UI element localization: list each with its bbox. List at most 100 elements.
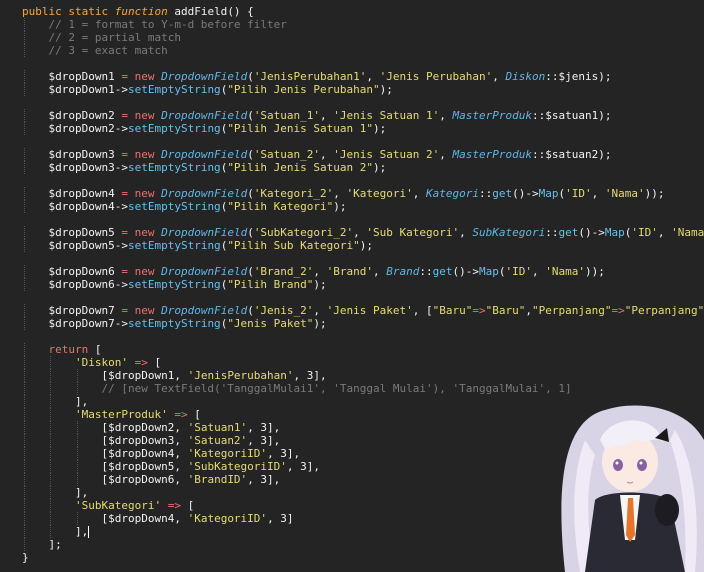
code-token: = [121, 304, 135, 317]
code-token: , 3], [267, 447, 301, 460]
code-line-text: [$dropDown6, 'BrandID', 3], [22, 473, 280, 486]
code-line-text: ], [22, 395, 88, 408]
code-token: new [134, 265, 162, 278]
code-line[interactable]: $dropDown7->setEmptyString("Jenis Paket"… [0, 317, 704, 330]
code-line[interactable]: $dropDown6 = new DropdownField('Brand_2'… [0, 265, 704, 278]
code-token: , [492, 70, 506, 83]
indent-guide [50, 382, 52, 395]
code-line[interactable] [0, 57, 704, 70]
indent-guide [24, 421, 25, 434]
code-token: 'Diskon' [74, 356, 128, 369]
code-line[interactable]: // 1 = format to Y-m-d before filter [0, 18, 704, 31]
code-token: ()-> [512, 187, 539, 200]
indent-guide [50, 473, 52, 486]
code-token: 'KategoriID' [187, 512, 268, 525]
code-line[interactable]: $dropDown3->setEmptyString("Pilih Jenis … [0, 161, 704, 174]
code-token: , [439, 148, 453, 161]
code-token: , [320, 148, 334, 161]
code-editor[interactable]: public static function addField() { // 1… [0, 0, 704, 572]
code-line[interactable]: $dropDown7 = new DropdownField('Jenis_2'… [0, 304, 704, 317]
code-line[interactable]: $dropDown6->setEmptyString("Pilih Brand"… [0, 278, 704, 291]
code-token: 'Brand' [326, 265, 374, 278]
indent-guide [24, 265, 25, 278]
code-token: ( [498, 265, 506, 278]
code-token: ::$satuan1); [532, 109, 612, 122]
code-line[interactable]: $dropDown3 = new DropdownField('Satuan_2… [0, 148, 704, 161]
indent-guide [50, 447, 52, 460]
code-line-text: public static function addField() { [22, 5, 254, 18]
code-line-text: // 1 = format to Y-m-d before filter [22, 18, 286, 31]
code-token: , [333, 187, 347, 200]
indent-guide [24, 512, 25, 525]
code-token: , [532, 265, 546, 278]
code-token: "Pilih Brand" [227, 278, 314, 291]
code-line[interactable]: $dropDown5->setEmptyString("Pilih Sub Ka… [0, 239, 704, 252]
code-line[interactable] [0, 291, 704, 304]
code-line[interactable] [0, 330, 704, 343]
code-token: Map [479, 265, 499, 278]
indent-guide [50, 512, 52, 525]
code-line[interactable]: $dropDown2->setEmptyString("Pilih Jenis … [0, 122, 704, 135]
code-line[interactable] [0, 96, 704, 109]
code-line[interactable]: public static function addField() { [0, 5, 704, 18]
code-line-text: $dropDown3 = new DropdownField('Satuan_2… [22, 148, 611, 161]
code-token: "Baru" [485, 304, 526, 317]
code-line-text: 'SubKategori' => [ [22, 499, 194, 512]
code-token: [ [194, 408, 201, 421]
code-token: , 3], [247, 421, 281, 434]
code-token: = [121, 187, 135, 200]
indent-guide [24, 187, 25, 200]
indent-guide [76, 434, 78, 447]
code-line[interactable]: 'Diskon' => [ [0, 356, 704, 369]
code-token: , [439, 109, 453, 122]
indent-guide [24, 538, 25, 551]
code-line-text: $dropDown4 = new DropdownField('Kategori… [22, 187, 664, 200]
code-token: 'Jenis Paket' [326, 304, 413, 317]
indent-guide [76, 447, 78, 460]
code-token: "Pilih Kategori" [227, 200, 334, 213]
code-token: function [114, 5, 175, 18]
code-token: 'Jenis Satuan 1' [333, 109, 440, 122]
code-line[interactable]: $dropDown1->setEmptyString("Pilih Jenis … [0, 83, 704, 96]
code-line[interactable]: // 3 = exact match [0, 44, 704, 57]
code-token: $dropDown4 [22, 187, 122, 200]
code-token: ::$jenis); [545, 70, 612, 83]
code-token: ()-> [452, 265, 480, 278]
code-token: 'SubKategoriID' [187, 460, 287, 473]
code-line[interactable]: $dropDown1 = new DropdownField('JenisPer… [0, 70, 704, 83]
code-line[interactable] [0, 213, 704, 226]
code-token: 'JenisPerubahan' [187, 369, 294, 382]
code-token: 'Kategori' [346, 187, 413, 200]
code-line[interactable] [0, 252, 704, 265]
code-token: setEmptyString [127, 161, 221, 174]
indent-guide [24, 408, 25, 421]
indent-guide [76, 421, 78, 434]
code-token: = [121, 109, 135, 122]
code-token: :: [419, 265, 433, 278]
code-token: => [472, 304, 486, 317]
indent-guide [24, 473, 25, 486]
code-token: , 3], [286, 460, 321, 473]
code-token: 'Jenis Perubahan' [379, 70, 493, 83]
code-line-text: $dropDown3->setEmptyString("Pilih Jenis … [22, 161, 386, 174]
code-token: 'MasterProduk' [74, 408, 168, 421]
code-line[interactable] [0, 174, 704, 187]
code-line[interactable]: $dropDown4->setEmptyString("Pilih Katego… [0, 200, 704, 213]
text-cursor [88, 526, 90, 538]
code-token: = [121, 265, 135, 278]
indent-guide [24, 460, 25, 473]
indent-guide [24, 148, 25, 161]
code-line[interactable]: [$dropDown1, 'JenisPerubahan', 3], [0, 369, 704, 382]
code-line[interactable] [0, 135, 704, 148]
code-token: ()-> [578, 226, 605, 239]
code-line[interactable]: $dropDown2 = new DropdownField('Satuan_1… [0, 109, 704, 122]
code-token: = [121, 70, 135, 83]
code-line[interactable]: return [ [0, 343, 704, 356]
code-line[interactable]: // 2 = partial match [0, 31, 704, 44]
code-token: DropdownField [161, 187, 248, 200]
code-line[interactable]: $dropDown4 = new DropdownField('Kategori… [0, 187, 704, 200]
code-line[interactable]: $dropDown5 = new DropdownField('SubKateg… [0, 226, 704, 239]
code-line[interactable]: // [new TextField('TanggalMulai1', 'Tang… [0, 382, 704, 395]
